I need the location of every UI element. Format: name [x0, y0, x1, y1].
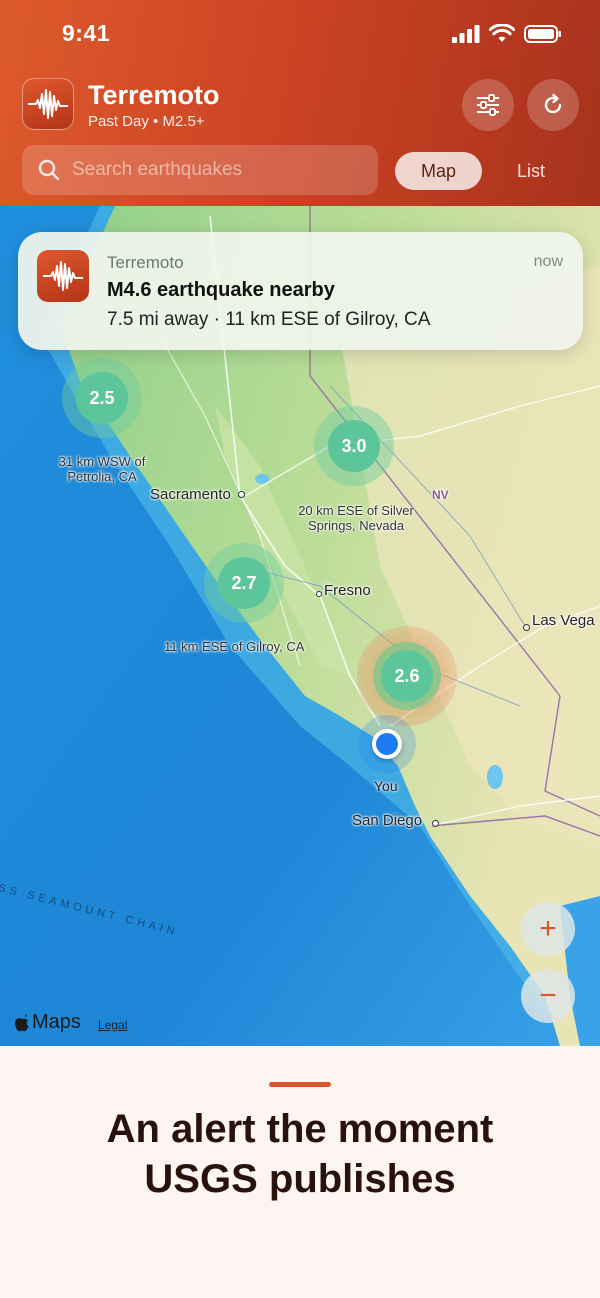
cellular-signal-icon [452, 24, 480, 43]
search-bar[interactable] [22, 145, 378, 195]
city-marker [523, 624, 530, 631]
apple-maps-attribution: Maps [14, 1011, 81, 1034]
cluster-magnitude: 2.6 [394, 665, 420, 686]
map-label-san-diego: San Diego [352, 812, 423, 829]
status-bar: 9:41 [0, 0, 600, 70]
cluster-label-petrolia: 31 km WSW of Petrolia, CA [52, 454, 152, 484]
cluster-label-line: 20 km ESE of Silver [298, 503, 414, 518]
app-subtitle: Past Day • M2.5+ [88, 113, 205, 130]
cluster-magnitude: 2.5 [89, 387, 115, 408]
search-icon [38, 159, 60, 181]
caption-line: USGS publishes [144, 1157, 456, 1201]
legal-link[interactable]: Legal [98, 1018, 127, 1032]
earthquake-cluster[interactable]: 2.7 [204, 543, 284, 623]
search-input[interactable] [72, 159, 362, 181]
tab-list[interactable]: List [496, 152, 566, 190]
sliders-icon [477, 94, 499, 116]
tab-map[interactable]: Map [395, 152, 482, 190]
cluster-label-line: 31 km WSW of [58, 454, 146, 469]
refresh-button[interactable] [527, 79, 579, 131]
notification-time: now [533, 253, 563, 270]
cluster-label-silver-springs: 20 km ESE of Silver Springs, Nevada [286, 503, 426, 533]
map-label-las-vegas: Las Vega [532, 612, 595, 629]
app-logo [22, 78, 74, 130]
cluster-label-line: Springs, Nevada [307, 518, 405, 533]
cluster-magnitude: 2.7 [231, 572, 257, 593]
city-marker [316, 591, 322, 597]
accent-divider [269, 1082, 331, 1087]
seismograph-icon [43, 261, 83, 291]
maps-text: Maps [32, 1011, 81, 1033]
zoom-in-button[interactable]: + [521, 902, 575, 956]
earthquake-cluster[interactable]: 2.6 [357, 626, 457, 726]
cluster-magnitude: 3.0 [341, 435, 367, 456]
map-label-sacramento: Sacramento [150, 486, 231, 503]
user-location-dot [372, 729, 402, 759]
notification-app-name: Terremoto [107, 253, 184, 272]
caption-line: An alert the moment [106, 1107, 494, 1151]
apple-logo-icon [14, 1013, 29, 1031]
status-time: 9:41 [62, 20, 111, 46]
earthquake-cluster[interactable]: 2.5 [62, 358, 142, 438]
notification-banner[interactable]: Terremoto now M4.6 earthquake nearby 7.5… [18, 232, 583, 350]
city-marker [238, 491, 245, 498]
zoom-out-button[interactable]: − [521, 969, 575, 1023]
marketing-caption: An alert the moment USGS publishes [0, 1046, 600, 1298]
filter-button[interactable] [462, 79, 514, 131]
city-marker [432, 820, 439, 827]
app-title: Terremoto [88, 80, 220, 110]
battery-icon [524, 24, 561, 43]
refresh-icon [544, 93, 562, 114]
notification-body: 7.5 mi away · 11 km ESE of Gilroy, CA [107, 309, 431, 330]
cluster-label-gilroy: 11 km ESE of Gilroy, CA [164, 639, 305, 654]
wifi-icon [489, 24, 515, 42]
status-icons [452, 24, 562, 43]
map-label-fresno: Fresno [324, 582, 371, 599]
notification-title: M4.6 earthquake nearby [107, 279, 335, 301]
caption-text: An alert the moment USGS publishes [0, 1104, 600, 1204]
user-location-label: You [374, 778, 398, 794]
earthquake-cluster[interactable]: 3.0 [314, 406, 394, 486]
seismograph-icon [28, 89, 68, 119]
cluster-label-line: Petrolia, CA [67, 469, 137, 484]
notification-app-icon [37, 250, 89, 302]
app-header: 9:41 Terremoto Past Day • M2.5+ Search e… [0, 0, 600, 206]
map-label-nv: NV [432, 488, 449, 502]
